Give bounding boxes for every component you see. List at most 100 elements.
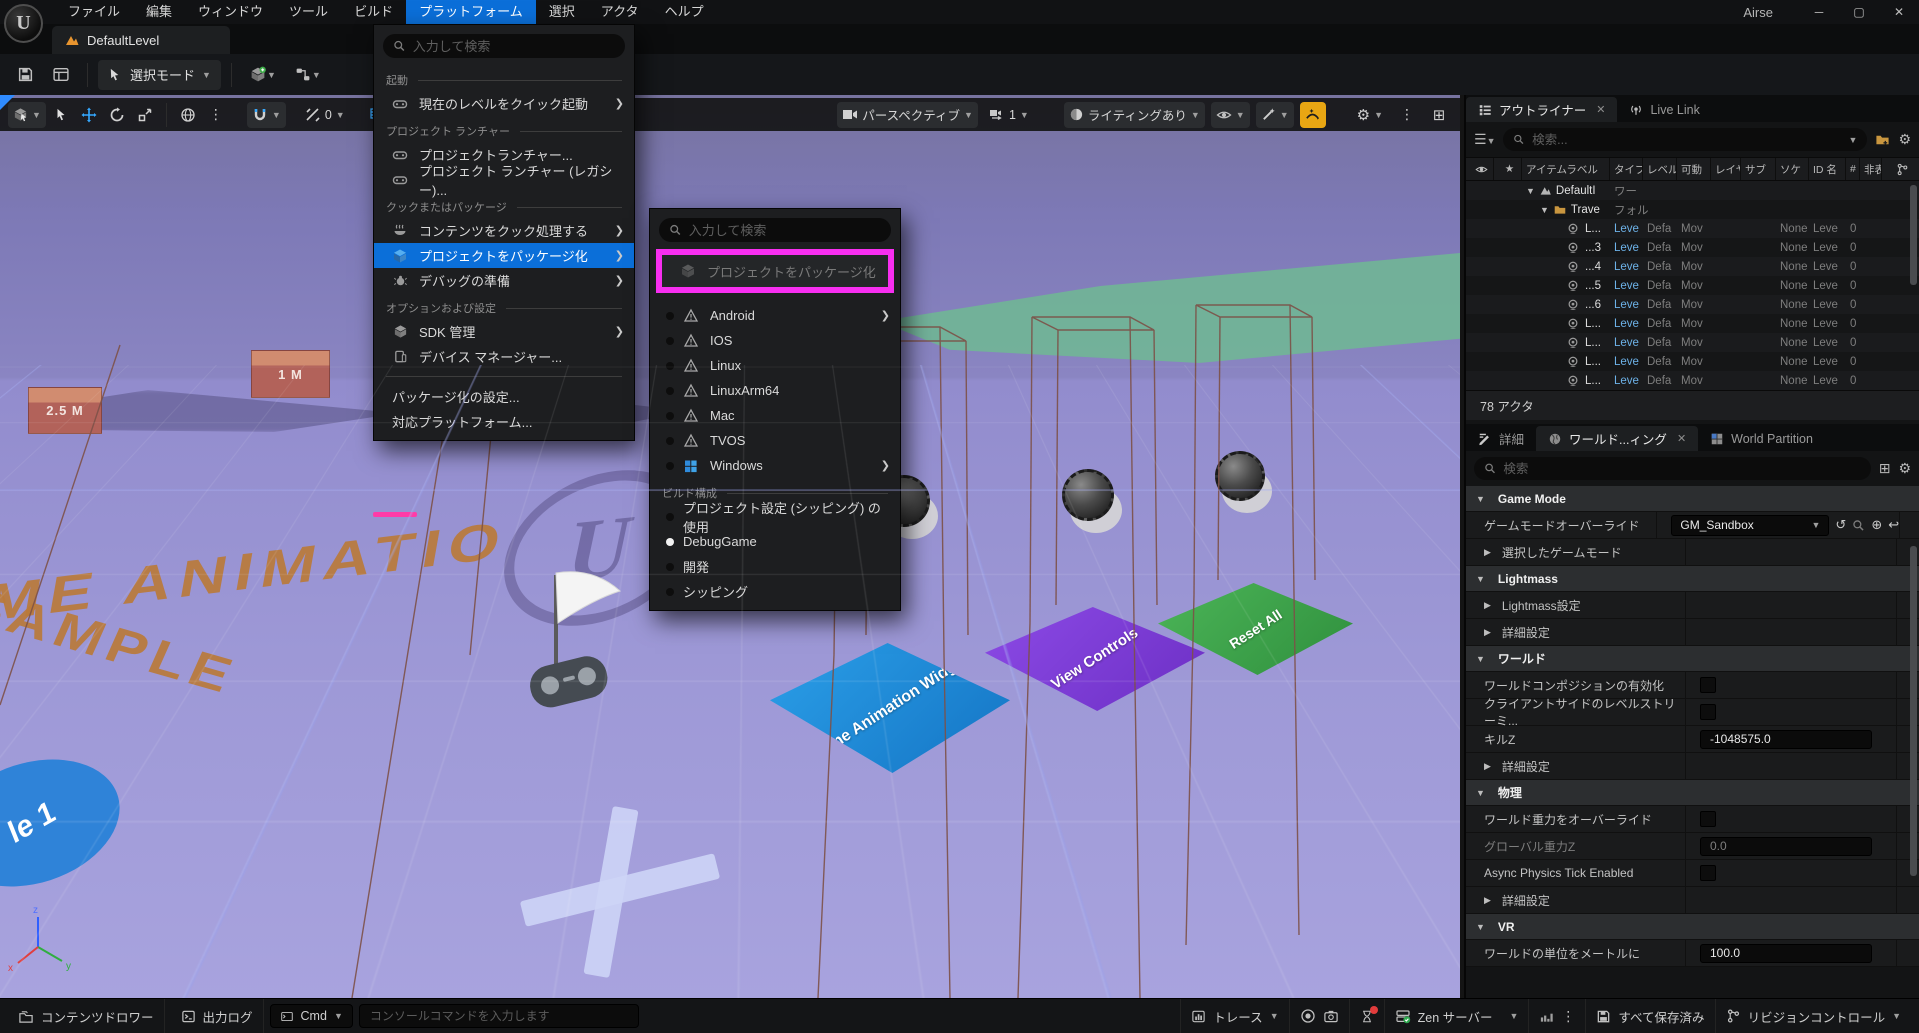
menu-item-packaging-settings[interactable]: パッケージ化の設定... bbox=[374, 384, 634, 409]
unreal-logo-icon[interactable]: U bbox=[4, 4, 43, 43]
actor-row[interactable]: ...4LeveDefaMovNoneLeve0 bbox=[1466, 257, 1919, 276]
transform-options-button[interactable]: ⋮ bbox=[203, 102, 229, 128]
find-asset-icon[interactable] bbox=[1852, 519, 1865, 532]
reset-default-icon[interactable]: ↩ bbox=[1888, 517, 1899, 533]
trace-button[interactable]: トレース ▼ bbox=[1180, 999, 1289, 1033]
save-status-button[interactable]: すべて保存済み bbox=[1586, 999, 1715, 1033]
menu-select[interactable]: 選択 bbox=[536, 0, 588, 24]
menu-edit[interactable]: 編集 bbox=[133, 0, 185, 24]
outliner-search[interactable]: ▼ bbox=[1503, 128, 1867, 151]
category-vr[interactable]: ▼VR bbox=[1466, 914, 1919, 940]
menu-file[interactable]: ファイル bbox=[55, 0, 133, 24]
actor-row[interactable]: L...LeveDefaMovNoneLeve0 bbox=[1466, 371, 1919, 390]
category-physics[interactable]: ▼物理 bbox=[1466, 780, 1919, 806]
insights-icon[interactable] bbox=[1300, 1008, 1316, 1024]
world-space-button[interactable] bbox=[175, 102, 201, 128]
menu-platforms[interactable]: プラットフォーム bbox=[406, 0, 536, 24]
column-hidden[interactable]: 非表 bbox=[1860, 158, 1882, 180]
menu-item-package-project[interactable]: プロジェクトをパッケージ化❯ bbox=[374, 243, 634, 268]
minimize-button[interactable]: ─ bbox=[1799, 0, 1839, 24]
rotate-tool-button[interactable] bbox=[104, 102, 130, 128]
type-link[interactable]: Leve bbox=[1614, 318, 1639, 330]
add-actor-button[interactable]: ▼ bbox=[242, 60, 283, 90]
column-sublevel[interactable]: サブ bbox=[1741, 158, 1776, 180]
column-visibility[interactable] bbox=[1466, 158, 1494, 180]
submenu-item-shipping[interactable]: シッピング bbox=[650, 579, 900, 604]
menu-search-input[interactable] bbox=[413, 39, 615, 54]
chevron-down-icon[interactable]: ▼ bbox=[1849, 135, 1858, 145]
tab-world-settings[interactable]: ワールド...ィング✕ bbox=[1536, 426, 1698, 451]
console-command-input[interactable] bbox=[359, 1004, 639, 1028]
submenu-item-ios[interactable]: IOS bbox=[650, 328, 900, 353]
submenu-item-use-project-setting[interactable]: プロジェクト設定 (シッピング) の使用 bbox=[650, 504, 900, 529]
column-level[interactable]: レベル bbox=[1643, 158, 1677, 180]
menu-actor[interactable]: アクタ bbox=[588, 0, 652, 24]
zen-server-button[interactable]: Zen サーバー ▼ bbox=[1385, 999, 1530, 1033]
menu-item-prepare-debug[interactable]: デバッグの準備❯ bbox=[374, 268, 634, 293]
world-to-meters-input[interactable] bbox=[1700, 944, 1872, 963]
row-physics-advanced[interactable]: ▶詳細設定 bbox=[1466, 887, 1919, 914]
actor-row[interactable]: L...LeveDefaMovNoneLeve0 bbox=[1466, 219, 1919, 238]
select-tool-button[interactable] bbox=[48, 102, 74, 128]
outliner-search-input[interactable] bbox=[1532, 133, 1841, 147]
display-options-icon[interactable]: ⊞ bbox=[1879, 460, 1891, 477]
outliner-settings-icon[interactable]: ⚙ bbox=[1898, 131, 1911, 148]
view-mode-select[interactable]: ライティングあり ▼ bbox=[1064, 102, 1205, 128]
expand-arrow-icon[interactable]: ▼ bbox=[1540, 205, 1549, 215]
kill-z-input[interactable] bbox=[1700, 730, 1872, 749]
category-lightmass[interactable]: ▼Lightmass bbox=[1466, 566, 1919, 592]
pending-tasks-button[interactable] bbox=[1350, 999, 1385, 1033]
world-row[interactable]: ▼ DefaultI ワー bbox=[1466, 181, 1919, 200]
rotation-snap-button[interactable]: 0 ▼ bbox=[300, 102, 350, 128]
camera-speed-button[interactable]: 1 ▼ bbox=[984, 102, 1034, 128]
row-lightmass-settings[interactable]: ▶Lightmass設定 bbox=[1466, 592, 1919, 619]
outliner-scrollbar[interactable] bbox=[1910, 185, 1917, 285]
content-browser-button[interactable] bbox=[45, 60, 77, 90]
viewport-settings-button[interactable]: ⚙▼ bbox=[1352, 102, 1388, 128]
submenu-search-input[interactable] bbox=[689, 223, 881, 238]
row-selected-game-mode[interactable]: ▶選択したゲームモード bbox=[1466, 539, 1919, 566]
type-link[interactable]: Leve bbox=[1614, 223, 1639, 235]
submenu-item-mac[interactable]: Mac bbox=[650, 403, 900, 428]
type-link[interactable]: Leve bbox=[1614, 280, 1639, 292]
submenu-search[interactable] bbox=[659, 218, 891, 242]
submenu-item-linux[interactable]: Linux bbox=[650, 353, 900, 378]
type-link[interactable]: Leve bbox=[1614, 375, 1639, 387]
more-options-icon[interactable]: ⋮ bbox=[1561, 1008, 1575, 1025]
game-mode-override-select[interactable]: GM_Sandbox▼ bbox=[1671, 515, 1829, 536]
actor-row[interactable]: L...LeveDefaMovNoneLeve0 bbox=[1466, 352, 1919, 371]
derived-data-icon[interactable] bbox=[1539, 1009, 1554, 1024]
category-world[interactable]: ▼ワールド bbox=[1466, 646, 1919, 672]
tab-world-partition[interactable]: World Partition bbox=[1698, 426, 1825, 451]
cmd-select[interactable]: Cmd ▼ bbox=[270, 1004, 353, 1028]
filter-icon[interactable]: ☰▼ bbox=[1474, 131, 1495, 148]
type-link[interactable]: Leve bbox=[1614, 356, 1639, 368]
column-layer[interactable]: レイヤ bbox=[1711, 158, 1741, 180]
column-mobility[interactable]: 可動 bbox=[1677, 158, 1711, 180]
type-link[interactable]: Leve bbox=[1614, 299, 1639, 311]
folder-row[interactable]: ▼ Trave フォル bbox=[1466, 200, 1919, 219]
menu-tools[interactable]: ツール bbox=[276, 0, 341, 24]
content-drawer-button[interactable]: コンテンツドロワー bbox=[8, 999, 165, 1033]
category-game-mode[interactable]: ▼Game Mode bbox=[1466, 486, 1919, 512]
submenu-item-linuxarm64[interactable]: LinuxArm64 bbox=[650, 378, 900, 403]
column-count[interactable]: # bbox=[1846, 158, 1860, 180]
close-tab-icon[interactable]: ✕ bbox=[1596, 103, 1605, 116]
output-log-button[interactable]: 出力ログ bbox=[171, 999, 264, 1033]
menu-item-sdk[interactable]: SDK 管理❯ bbox=[374, 319, 634, 344]
details-settings-icon[interactable]: ⚙ bbox=[1898, 460, 1911, 477]
add-asset-icon[interactable]: ⊕ bbox=[1871, 517, 1882, 533]
column-pin[interactable] bbox=[1882, 158, 1919, 180]
type-link[interactable]: Leve bbox=[1614, 261, 1639, 273]
menu-build[interactable]: ビルド bbox=[341, 0, 406, 24]
gravity-override-checkbox[interactable] bbox=[1700, 811, 1716, 827]
tab-outliner[interactable]: アウトライナー✕ bbox=[1466, 97, 1617, 122]
column-item-label[interactable]: アイテムラベル bbox=[1522, 158, 1610, 180]
snap-magnet-button[interactable]: ▼ bbox=[247, 102, 286, 128]
async-physics-checkbox[interactable] bbox=[1700, 865, 1716, 881]
actor-row[interactable]: L...LeveDefaMovNoneLeve0 bbox=[1466, 314, 1919, 333]
submenu-item-package-project-disabled[interactable]: プロジェクトをパッケージ化 bbox=[662, 255, 888, 287]
revision-control-button[interactable]: リビジョンコントロール ▼ bbox=[1716, 999, 1911, 1033]
actor-row[interactable]: ...5LeveDefaMovNoneLeve0 bbox=[1466, 276, 1919, 295]
menu-window[interactable]: ウィンドウ bbox=[185, 0, 276, 24]
